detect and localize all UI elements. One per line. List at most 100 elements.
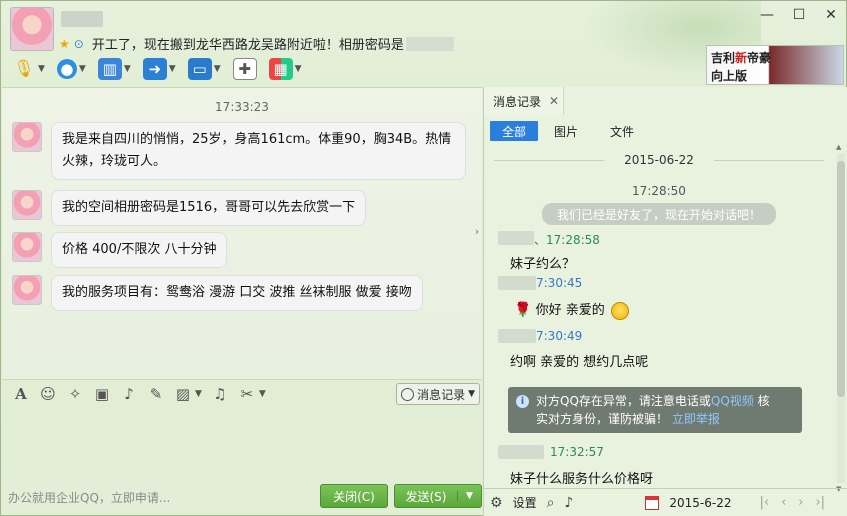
warning-line-2: 实对方身份，谨防被骗！ 立即举报 [536,410,794,428]
chevron-down-icon[interactable]: ▼ [295,64,302,74]
sender-name-redacted [498,445,544,459]
message-history-label: 消息记录 [417,387,466,402]
chat-toolbar: 🎙 ▼ ● ▼ ▥ ▼ ➜ ▼ ▭ ▼ ✚ ▦ ▼ [9,56,305,82]
close-window-button[interactable]: ✕ [822,7,840,23]
chevron-down-icon[interactable]: ▼ [214,64,221,74]
video-call-button[interactable]: ● ▼ [54,56,89,82]
scrollbar-thumb[interactable] [837,161,845,397]
ad-model-text: 帝豪 [747,51,772,65]
send-options-chevron-icon[interactable]: ▼ [457,491,481,501]
message-timestamp: 17:33:23 [215,100,269,114]
scissors-icon[interactable]: ✂ [238,385,256,403]
filter-images[interactable]: 图片 [538,121,594,141]
remote-assist-button[interactable]: ▭ ▼ [185,56,224,82]
chevron-down-icon[interactable]: ▼ [259,389,266,399]
next-page-icon[interactable]: › [798,495,803,510]
search-icon[interactable]: ⌕ [547,495,555,511]
message-bubble: 价格 400/不限次 八十分钟 [51,232,228,268]
ad-line-2: 向上版 [711,69,748,83]
window-controls: — ☐ ✕ [758,7,840,23]
music-icon[interactable]: ♫ [211,385,229,403]
message-history-button[interactable]: 消息记录 ▼ [396,383,480,405]
current-date[interactable]: 2015-6-22 [669,496,731,510]
message-bubble: 我是来自四川的悄悄，25岁，身高161cm。体重90，胸34B。热情 火辣，玲珑… [51,122,466,180]
message-bubble: 我的服务项目有：鸳鸯浴 漫游 口交 波推 丝袜制服 做爱 接吻 [51,275,423,311]
history-date-divider: 2015-06-22 [494,153,824,167]
close-chat-button[interactable]: 关闭(C) [320,484,388,508]
filter-all[interactable]: 全部 [490,121,538,141]
star-icon[interactable]: ★ [59,37,70,51]
shake-icon[interactable]: ✧ [66,385,84,403]
chevron-down-icon[interactable]: ▼ [169,64,176,74]
chevron-down-icon[interactable]: ▼ [195,389,202,399]
chevron-down-icon[interactable]: ▼ [124,64,131,74]
send-button[interactable]: 发送(S) ▼ [394,484,482,508]
send-label: 发送(S) [405,489,447,504]
scroll-up-icon[interactable]: ▲ [836,143,841,151]
ad-highlight-text: 新 [735,51,748,65]
speaker-icon[interactable]: ♪ [564,495,573,511]
remote-assist-icon: ▭ [187,58,212,80]
gear-icon[interactable]: ⚙ [490,495,503,511]
message-item: 我的服务项目有：鸳鸯浴 漫游 口交 波推 丝袜制服 做爱 接吻 [12,275,423,311]
contact-signature: 开工了，现在搬到龙华西路龙吴路附近啦！相册密码是 [91,38,404,53]
ad-line-1: 吉利新帝豪 [711,49,771,66]
qq-video-link[interactable]: QQ视频 [711,394,754,408]
file-transfer-button[interactable]: ➜ ▼ [140,56,179,82]
edit-icon[interactable]: ✎ [147,385,165,403]
contact-avatar[interactable] [10,7,54,51]
screen-share-button[interactable]: ▥ ▼ [95,56,134,82]
clock-icon [401,387,415,401]
info-icon: i [516,395,529,408]
chevron-down-icon[interactable]: ▼ [79,64,86,74]
filter-files[interactable]: 文件 [594,121,650,141]
webcam-icon: ● [56,59,77,79]
add-message-button[interactable]: ✚ [230,56,260,82]
message-text: 我的服务项目有：鸳鸯浴 漫游 口交 波推 丝袜制服 做爱 接吻 [62,285,412,300]
chevron-down-icon[interactable]: ▼ [38,64,45,74]
system-notice: 我们已经是好友了，现在开始对话吧！ [542,203,776,225]
message-input[interactable] [2,407,482,477]
message-area[interactable]: 17:33:23 我是来自四川的悄悄，25岁，身高161cm。体重90，胸34B… [2,87,482,379]
settings-label[interactable]: 设置 [513,494,537,511]
history-nav: |‹ ‹ › ›| [759,495,825,510]
history-entry-meta: 7:30:49 [536,329,583,343]
sender-name-redacted [498,329,536,343]
restore-button[interactable]: ☐ [790,7,808,23]
bottom-action-bar: 办公就用企业QQ，立即申请... 关闭(C) 发送(S) ▼ [2,479,482,515]
prev-page-icon[interactable]: ‹ [781,495,786,510]
history-entry-text: 妹子约么？ [510,257,576,272]
avatar[interactable] [12,232,42,262]
gif-icon[interactable]: ▣ [93,385,111,403]
apps-button[interactable]: ▦ ▼ [266,56,305,82]
qzone-icon[interactable]: ⊙ [74,37,84,51]
close-icon[interactable]: ✕ [549,94,559,108]
avatar[interactable] [12,275,42,305]
warning-text: 核 [757,394,770,408]
enterprise-qq-promo-link[interactable]: 办公就用企业QQ，立即申请... [8,489,170,506]
voice-call-button[interactable]: 🎙 ▼ [9,56,48,82]
input-toolbar: A ☺ ✧ ▣ ♪ ✎ ▨ ▼ ♫ ✂ ▼ 消息记录 ▼ [2,379,482,407]
voice-message-icon[interactable]: ♪ [120,385,138,403]
message-bubble: 我的空间相册密码是1516，哥哥可以先去欣赏一下 [51,190,367,226]
history-scrollbar[interactable]: ▲ ▼ [836,143,845,493]
first-page-icon[interactable]: |‹ [759,495,769,510]
avatar[interactable] [12,190,42,220]
sender-name-redacted [498,231,534,245]
message-item: 我是来自四川的悄悄，25岁，身高161cm。体重90，胸34B。热情 火辣，玲珑… [12,122,466,180]
message-text: 价格 400/不限次 八十分钟 [62,242,217,257]
image-icon[interactable]: ▨ [174,385,192,403]
tab-message-history[interactable]: 消息记录 ✕ [484,87,564,115]
report-link[interactable]: 立即举报 [672,412,720,426]
history-entry-meta: 7:30:45 [536,276,583,290]
emoji-icon[interactable]: ☺ [39,385,57,403]
avatar[interactable] [12,122,42,152]
calendar-icon[interactable] [645,495,660,510]
minimize-button[interactable]: — [758,7,776,23]
collapse-panel-chevron-icon[interactable]: › [471,216,483,246]
font-icon[interactable]: A [12,385,30,403]
message-item: 价格 400/不限次 八十分钟 [12,232,228,268]
history-footer: ⚙ 设置 ⌕ ♪ 2015-6-22 |‹ ‹ › ›| [484,488,847,516]
car-ad-banner[interactable]: 吉利新帝豪 向上版 [706,45,844,85]
last-page-icon[interactable]: ›| [815,495,825,510]
